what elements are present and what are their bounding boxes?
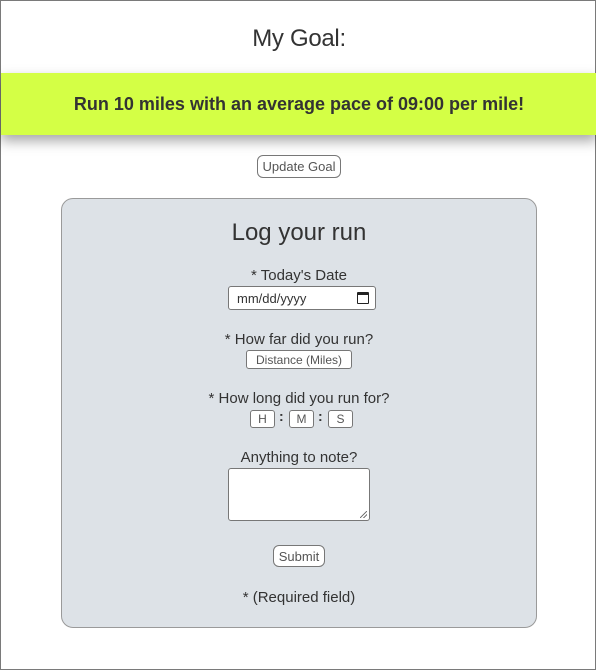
goal-heading: My Goal: [252, 25, 346, 52]
hours-input[interactable]: H [250, 410, 275, 428]
required-field-note: * (Required field) [242, 589, 356, 606]
calendar-icon[interactable] [357, 292, 369, 304]
log-run-title: Log your run [231, 219, 367, 246]
resize-handle-icon[interactable] [360, 511, 367, 518]
distance-input[interactable]: Distance (Miles) [246, 350, 352, 369]
time-separator: : [318, 408, 323, 424]
date-label: * Today's Date [251, 267, 347, 284]
distance-label: * How far did you run? [224, 331, 374, 348]
duration-label: * How long did you run for? [208, 390, 390, 407]
minutes-input[interactable]: M [289, 410, 314, 428]
log-run-card: Log your run * Today's Date mm/dd/yyyy *… [61, 198, 537, 628]
seconds-input[interactable]: S [328, 410, 353, 428]
goal-text: Run 10 miles with an average pace of 09:… [73, 93, 525, 114]
note-label: Anything to note? [240, 449, 358, 466]
submit-button[interactable]: Submit [273, 545, 325, 567]
date-placeholder: mm/dd/yyyy [237, 290, 307, 306]
date-input[interactable]: mm/dd/yyyy [228, 286, 376, 310]
goal-banner: Run 10 miles with an average pace of 09:… [1, 73, 596, 135]
app-frame: My Goal: Run 10 miles with an average pa… [0, 0, 596, 670]
time-separator: : [279, 408, 284, 424]
update-goal-button[interactable]: Update Goal [257, 155, 341, 178]
note-textarea[interactable] [228, 468, 370, 521]
